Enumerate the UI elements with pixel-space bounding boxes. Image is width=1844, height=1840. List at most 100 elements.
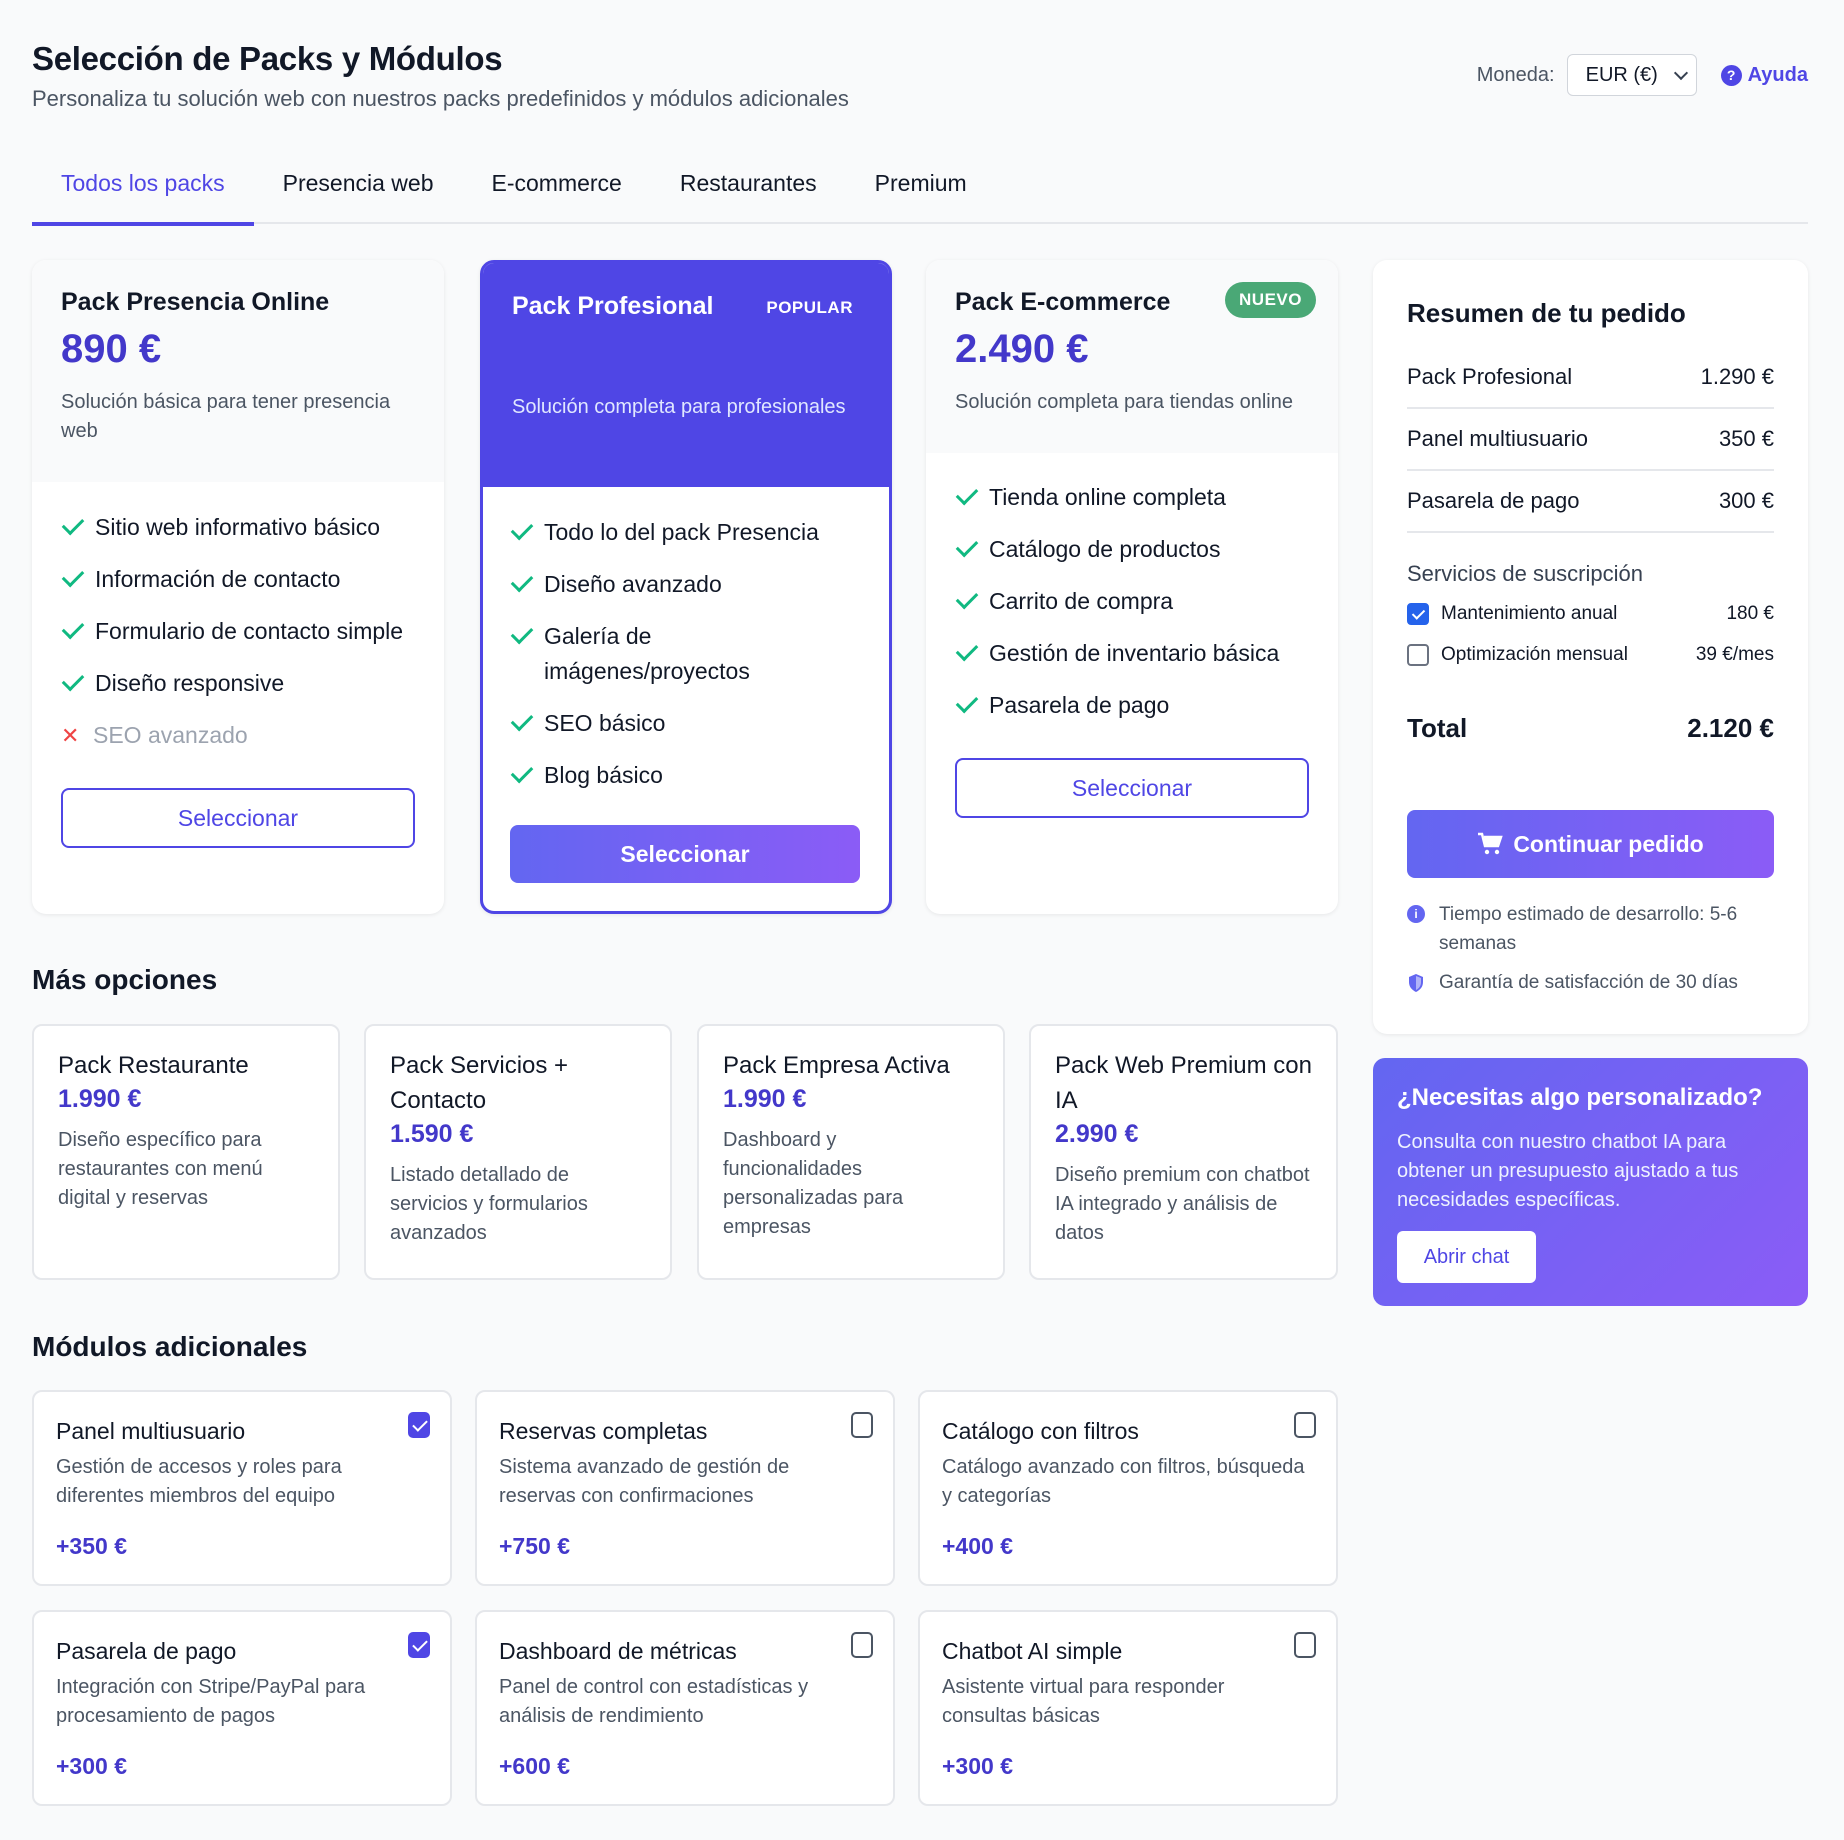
currency-label: Moneda: [1476, 63, 1555, 86]
option-name: Pack Servicios + Contacto [390, 1052, 569, 1114]
pack-desc: Solución completa para tiendas online [955, 391, 1293, 413]
option-desc: Diseño premium con chatbot IA integrado … [1055, 1164, 1310, 1244]
custom-request-card: ¿Necesitas algo personalizado? Consulta … [1373, 1058, 1808, 1306]
tab-todos[interactable]: Todos los packs [32, 158, 254, 226]
feature-item: SEO básico [510, 706, 862, 741]
check-icon [510, 621, 534, 645]
tab-presencia-web[interactable]: Presencia web [254, 158, 463, 224]
continue-order-label: Continuar pedido [1513, 830, 1704, 857]
check-icon [955, 638, 979, 662]
custom-text: Consulta con nuestro chatbot IA para obt… [1397, 1131, 1739, 1211]
open-chat-button[interactable]: Abrir chat [1397, 1231, 1536, 1283]
summary-title: Resumen de tu pedido [1407, 298, 1686, 328]
module-price: +350 € [56, 1533, 127, 1559]
pack-desc: Solución completa para profesionales [512, 396, 846, 418]
module-desc: Sistema avanzado de gestión de reservas … [499, 1456, 790, 1507]
module-card[interactable]: Catálogo con filtros Catálogo avanzado c… [918, 1390, 1338, 1586]
pack-desc: Solución básica para tener presencia web [61, 391, 391, 442]
subscription-checkbox[interactable] [1407, 602, 1429, 625]
pack-card-ecommerce: Pack E-commerce NUEVO 2.490 € Solución c… [926, 260, 1338, 914]
new-badge: NUEVO [1225, 282, 1316, 318]
module-desc: Asistente virtual para responder consult… [942, 1676, 1225, 1727]
module-price: +300 € [942, 1753, 1013, 1779]
tab-restaurantes[interactable]: Restaurantes [651, 158, 846, 224]
summary-row: Pasarela de pago 300 € [1407, 471, 1774, 533]
currency-select[interactable]: EUR (€) [1566, 54, 1697, 96]
feature-item: Carrito de compra [955, 584, 1309, 619]
check-icon [510, 517, 534, 541]
pack-name: Pack Presencia Online [61, 288, 330, 316]
pack-price: 890 € [61, 327, 162, 371]
select-pack-button[interactable]: Seleccionar [61, 788, 415, 848]
module-checkbox[interactable] [408, 1632, 430, 1658]
option-name: Pack Web Premium con IA [1055, 1052, 1312, 1114]
module-checkbox[interactable] [1294, 1412, 1316, 1438]
module-card[interactable]: Reservas completas Sistema avanzado de g… [475, 1390, 895, 1586]
question-circle-icon: ? [1720, 64, 1742, 86]
module-price: +400 € [942, 1533, 1013, 1559]
module-name: Pasarela de pago [56, 1638, 237, 1664]
select-pack-button[interactable]: Seleccionar [510, 825, 860, 883]
header-controls: Moneda: EUR (€) ? Ayuda [1477, 54, 1808, 96]
subscription-checkbox[interactable] [1407, 643, 1429, 666]
module-checkbox[interactable] [1294, 1632, 1316, 1658]
module-checkbox[interactable] [851, 1412, 873, 1438]
cross-icon: ✕ [61, 723, 80, 748]
feature-item: Todo lo del pack Presencia [510, 515, 862, 550]
continue-order-button[interactable]: Continuar pedido [1407, 810, 1774, 878]
feature-item: Sitio web informativo básico [61, 510, 415, 545]
feature-item: Tienda online completa [955, 480, 1309, 515]
module-card[interactable]: Panel multiusuario Gestión de accesos y … [32, 1390, 452, 1586]
module-card[interactable]: Dashboard de métricas Panel de control c… [475, 1610, 895, 1806]
tab-ecommerce[interactable]: E-commerce [463, 158, 651, 224]
module-card[interactable]: Chatbot AI simple Asistente virtual para… [918, 1610, 1338, 1806]
subscriptions-title: Servicios de suscripción [1407, 561, 1643, 586]
check-icon [61, 668, 85, 692]
module-checkbox[interactable] [851, 1632, 873, 1658]
pack-price: 2.490 € [955, 327, 1089, 371]
subscription-row: Optimización mensual 39 €/mes [1407, 634, 1774, 675]
more-options-title: Más opciones [32, 964, 218, 995]
info-time: i Tiempo estimado de desarrollo: 5-6 sema… [1407, 900, 1777, 958]
option-price: 1.990 € [58, 1085, 142, 1113]
help-link[interactable]: ? Ayuda [1720, 63, 1808, 87]
option-card[interactable]: Pack Servicios + Contacto 1.590 € Listad… [364, 1024, 672, 1280]
cart-icon [1478, 832, 1504, 855]
check-icon [510, 760, 534, 784]
tab-premium[interactable]: Premium [846, 158, 996, 224]
module-name: Reservas completas [499, 1418, 708, 1444]
check-icon [955, 690, 979, 714]
module-name: Dashboard de métricas [499, 1638, 737, 1664]
check-icon [61, 564, 85, 588]
feature-item: Pasarela de pago [955, 688, 1309, 723]
option-name: Pack Restaurante [58, 1052, 249, 1079]
option-card[interactable]: Pack Restaurante 1.990 € Diseño específi… [32, 1024, 340, 1280]
order-summary: Resumen de tu pedido Pack Profesional 1.2… [1373, 260, 1808, 1034]
option-desc: Listado detallado de servicios y formula… [390, 1164, 588, 1244]
module-desc: Integración con Stripe/PayPal para proce… [56, 1676, 366, 1727]
option-price: 1.990 € [723, 1085, 807, 1113]
feature-item: Diseño avanzado [510, 567, 862, 602]
module-card[interactable]: Pasarela de pago Integración con Stripe/… [32, 1610, 452, 1806]
module-name: Catálogo con filtros [942, 1418, 1139, 1444]
module-price: +750 € [499, 1533, 570, 1559]
check-icon [61, 512, 85, 536]
check-icon [955, 586, 979, 610]
module-desc: Gestión de accesos y roles para diferent… [56, 1456, 342, 1507]
feature-item: Catálogo de productos [955, 532, 1309, 567]
option-desc: Dashboard y funcionalidades personalizad… [723, 1129, 904, 1238]
total-row: Total 2.120 € [1407, 713, 1774, 743]
select-pack-button[interactable]: Seleccionar [955, 758, 1309, 818]
info-icon: i [1407, 905, 1425, 923]
custom-title: ¿Necesitas algo personalizado? [1397, 1084, 1763, 1111]
module-name: Panel multiusuario [56, 1418, 246, 1444]
option-card[interactable]: Pack Empresa Activa 1.990 € Dashboard y … [697, 1024, 1005, 1280]
option-desc: Diseño específico para restaurantes con … [58, 1129, 263, 1209]
check-icon [955, 482, 979, 506]
currency-value: EUR (€) [1585, 63, 1658, 86]
pack-card-presencia: Pack Presencia Online 890 € Solución bás… [32, 260, 444, 914]
shield-icon [1409, 974, 1423, 992]
module-checkbox[interactable] [408, 1412, 430, 1438]
help-label: Ayuda [1747, 63, 1808, 86]
option-card[interactable]: Pack Web Premium con IA 2.990 € Diseño p… [1029, 1024, 1338, 1280]
